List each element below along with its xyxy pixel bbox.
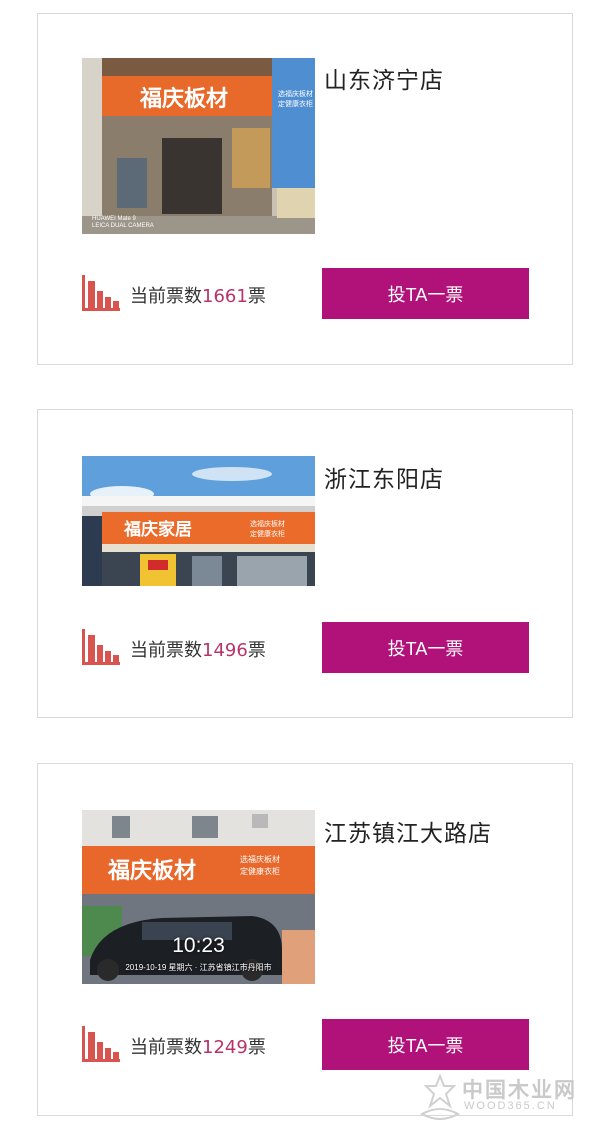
store-photo: 福庆板材 选福庆板材 定健康衣柜 10:23 2019-10-19 星期六 · … bbox=[82, 810, 315, 984]
watermark-en: WOOD365.CN bbox=[464, 1100, 557, 1112]
vote-button[interactable]: 投TA一票 bbox=[322, 268, 529, 319]
vote-count: 1249 bbox=[202, 1037, 248, 1058]
vote-row: 当前票数1661票 投TA一票 bbox=[82, 268, 532, 320]
store-photo: 福庆板材 选福庆板材 定健康衣柜 HUAWEI Mate 9 LEICA DUA… bbox=[82, 58, 315, 234]
site-watermark: 中国木业网 WOOD365.CN bbox=[418, 1072, 588, 1128]
watermark-logo-icon bbox=[419, 1074, 461, 1120]
photo-timestamp: 10:23 bbox=[172, 934, 225, 957]
photo-date: 2019-10-19 星期六 · 江苏省镇江市丹阳市 bbox=[125, 963, 272, 972]
photo-sign-side: 选福庆板材 bbox=[250, 519, 285, 528]
photo-sign-side: 选福庆板材 bbox=[240, 854, 280, 864]
store-card: 福庆家居 选福庆板材 定健康衣柜 浙江东阳店 当前票数1496票 投TA一票 bbox=[37, 409, 573, 718]
photo-sign-main: 福庆家居 bbox=[123, 519, 192, 540]
vote-button[interactable]: 投TA一票 bbox=[322, 1019, 529, 1070]
vote-count: 1661 bbox=[202, 286, 248, 307]
photo-sign-main: 福庆板材 bbox=[139, 86, 228, 112]
store-photo: 福庆家居 选福庆板材 定健康衣柜 bbox=[82, 456, 315, 586]
photo-sign-side2: 定健康衣柜 bbox=[250, 529, 285, 538]
photo-sign-side2: 定健康衣柜 bbox=[278, 99, 313, 108]
store-card: 福庆板材 选福庆板材 定健康衣柜 HUAWEI Mate 9 LEICA DUA… bbox=[37, 13, 573, 365]
vote-row: 当前票数1249票 投TA一票 bbox=[82, 1019, 532, 1071]
vote-count-label: 当前票数1496票 bbox=[130, 640, 266, 661]
store-name: 浙江东阳店 bbox=[324, 467, 444, 493]
bar-chart-icon bbox=[82, 1026, 120, 1062]
store-name: 山东济宁店 bbox=[324, 68, 444, 94]
store-card: 福庆板材 选福庆板材 定健康衣柜 10:23 2019-10-19 星期六 · … bbox=[37, 763, 573, 1116]
bar-chart-icon bbox=[82, 275, 120, 311]
photo-sign-side2: 定健康衣柜 bbox=[240, 866, 280, 876]
photo-sign-side: 选福庆板材 bbox=[278, 89, 313, 98]
photo-sign-main: 福庆板材 bbox=[107, 858, 196, 884]
vote-row: 当前票数1496票 投TA一票 bbox=[82, 622, 532, 674]
vote-count-label: 当前票数1249票 bbox=[130, 1037, 266, 1058]
vote-button[interactable]: 投TA一票 bbox=[322, 622, 529, 673]
store-name: 江苏镇江大路店 bbox=[324, 821, 492, 847]
vote-count: 1496 bbox=[202, 640, 248, 661]
vote-count-label: 当前票数1661票 bbox=[130, 286, 266, 307]
photo-camera-label: HUAWEI Mate 9 LEICA DUAL CAMERA bbox=[92, 216, 154, 229]
bar-chart-icon bbox=[82, 629, 120, 665]
